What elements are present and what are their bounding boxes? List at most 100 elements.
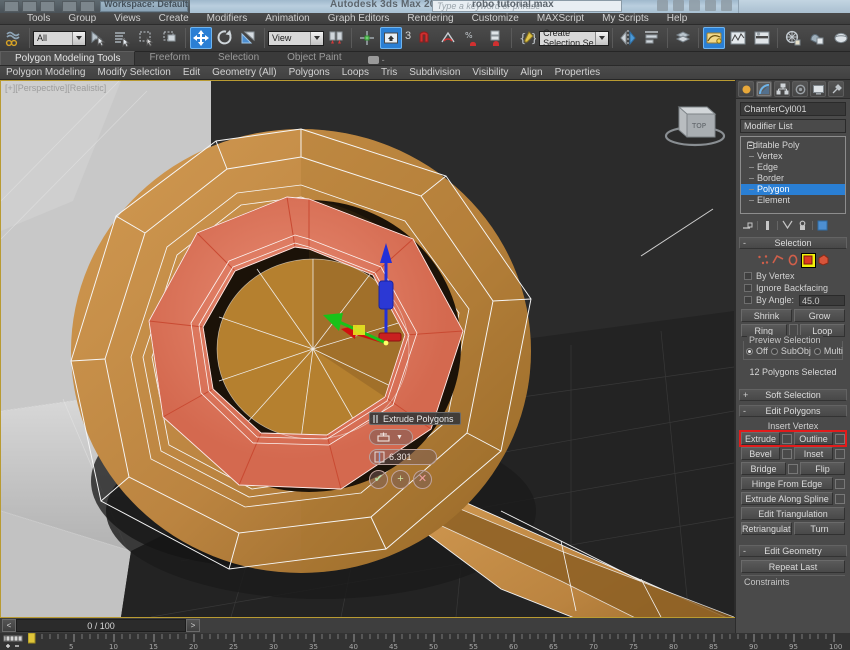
menu-item-tools[interactable]: Tools [18,13,59,25]
undo-qa-icon[interactable] [62,1,77,12]
viewport-perspective[interactable]: [+][Perspective][Realistic] [0,80,735,618]
ribbon-minimize-group[interactable]: - [368,55,385,65]
current-frame-field[interactable]: 0 / 100 [16,619,186,632]
motion-tab-icon[interactable] [792,81,808,97]
outline-button[interactable]: Outline [794,432,833,445]
ribbon-panel-tris[interactable]: Tris [375,66,403,80]
window-crossing-icon[interactable] [159,27,181,49]
select-object-icon[interactable] [87,27,109,49]
ignore-backfacing-checkbox-row[interactable]: Ignore Backfacing [741,282,845,294]
caddy-cancel-button[interactable]: ✕ [413,470,432,489]
snaps-toggle-icon[interactable] [380,27,402,49]
reference-coordinate-dropdown[interactable]: View [268,31,324,46]
edit-named-selection-icon[interactable]: { } [516,27,538,49]
by-vertex-checkbox-row[interactable]: By Vertex [741,270,845,282]
edit-triangulation-button[interactable]: Edit Triangulation [741,507,845,520]
hierarchy-tab-icon[interactable] [774,81,790,97]
spinner-snap-icon[interactable] [485,27,507,49]
display-tab-icon[interactable] [810,81,826,97]
caddy-apply-button[interactable]: + [391,470,410,489]
ribbon-panel-polygon-modeling[interactable]: Polygon Modeling [0,66,92,80]
utilities-tab-icon[interactable] [828,81,844,97]
use-pivot-center-icon[interactable] [325,27,347,49]
stack-item-editable-poly[interactable]: Editable Poly [741,140,845,151]
extrude-button[interactable]: Extrude [741,432,780,445]
ribbon-tab-freeform[interactable]: Freeform [135,51,204,65]
object-name-field[interactable]: ChamferCyl001 [740,102,846,116]
drag-handle-icon[interactable] [373,415,378,423]
prev-frame-button[interactable]: < [2,619,16,632]
hinge-from-edge-button[interactable]: Hinge From Edge [741,477,833,490]
ribbon-panel-align[interactable]: Align [514,66,548,80]
undo-icon[interactable] [3,27,25,49]
help-icon[interactable] [721,0,732,11]
extrude-type-dropdown[interactable]: ▼ [369,429,413,445]
ignore-backfacing-checkbox[interactable] [744,284,752,292]
menu-item-my-scripts[interactable]: My Scripts [593,13,658,25]
collapse-icon[interactable]: - [743,406,746,417]
select-and-move-icon[interactable] [190,27,212,49]
menu-item-create[interactable]: Create [150,13,198,25]
infocenter-icon[interactable] [657,0,668,11]
caddy-ok-button[interactable]: ✔ [369,470,388,489]
extrude-polygons-caddy[interactable]: Extrude Polygons ▼ 6.301 ✔ + [369,412,461,489]
stack-item-edge[interactable]: Edge [741,162,845,173]
expand-collapse-icon[interactable] [747,142,754,149]
named-selection-set-dropdown[interactable]: Create Selection Se [539,31,609,46]
turn-button[interactable]: Turn [794,522,845,535]
menu-item-graph-editors[interactable]: Graph Editors [319,13,399,25]
mirror-icon[interactable] [617,27,639,49]
window-controls[interactable] [738,0,850,13]
new-scene-icon[interactable] [4,1,19,12]
percent-snap-icon[interactable]: % [461,27,483,49]
bevel-button[interactable]: Bevel [741,447,780,460]
align-icon[interactable] [641,27,663,49]
communication-center-icon[interactable] [689,0,700,11]
ribbon-panel-polygons[interactable]: Polygons [283,66,336,80]
preview-multi-radio[interactable] [814,348,821,355]
remove-modifier-icon[interactable] [797,220,808,231]
ribbon-panel-modify-selection[interactable]: Modify Selection [92,66,177,80]
menu-item-group[interactable]: Group [59,13,105,25]
ribbon-display-icon[interactable] [368,56,379,64]
selection-filter-dropdown[interactable]: All [33,31,86,46]
ribbon-panel-loops[interactable]: Loops [336,66,375,80]
select-and-manipulate-icon[interactable] [356,27,378,49]
stack-item-vertex[interactable]: Vertex [741,151,845,162]
make-unique-icon[interactable] [782,220,793,231]
extrude-along-spline-settings-button[interactable] [835,494,845,504]
extrude-along-spline-button[interactable]: Extrude Along Spline [741,492,833,505]
modify-tab-icon[interactable] [756,81,772,97]
chevron-down-icon[interactable] [595,32,608,45]
element-subobject-icon[interactable] [817,254,830,267]
bridge-settings-button[interactable] [788,464,798,474]
track-bar-ruler[interactable]: 5101520253035404550556065707580859095100 [28,633,848,650]
inset-button[interactable]: Inset [794,447,833,460]
insert-vertex-button[interactable]: Insert Vertex [741,420,845,432]
polygon-subobject-icon[interactable] [802,254,815,267]
shrink-button[interactable]: Shrink [741,309,792,322]
selection-rollout-header[interactable]: - Selection [739,237,847,249]
preview-subobj-radio[interactable] [771,348,778,355]
menu-item-modifiers[interactable]: Modifiers [198,13,257,25]
stack-item-element[interactable]: Element [741,195,845,206]
menu-item-views[interactable]: Views [105,13,150,25]
chevron-down-icon[interactable] [310,32,323,45]
bevel-settings-button[interactable] [782,449,792,459]
by-vertex-checkbox[interactable] [744,272,752,280]
edit-polygons-rollout-header[interactable]: - Edit Polygons [739,405,847,417]
edit-geometry-rollout-header[interactable]: - Edit Geometry [739,545,847,557]
ribbon-panel-visibility[interactable]: Visibility [466,66,514,80]
redo-qa-icon[interactable] [80,1,95,12]
create-tab-icon[interactable] [738,81,754,97]
viewport-label[interactable]: [+][Perspective][Realistic] [5,83,106,93]
caddy-title-bar[interactable]: Extrude Polygons [369,412,461,425]
ribbon-panel-edit[interactable]: Edit [177,66,206,80]
ribbon-panel-subdivision[interactable]: Subdivision [403,66,466,80]
extrude-height-field[interactable]: 6.301 [369,449,437,465]
modifier-stack[interactable]: Editable Poly Vertex Edge Border Polygon… [740,136,846,214]
curve-editor-icon[interactable] [703,27,725,49]
favorites-icon[interactable] [705,0,716,11]
rectangular-selection-icon[interactable] [135,27,157,49]
by-angle-checkbox[interactable] [744,296,752,304]
